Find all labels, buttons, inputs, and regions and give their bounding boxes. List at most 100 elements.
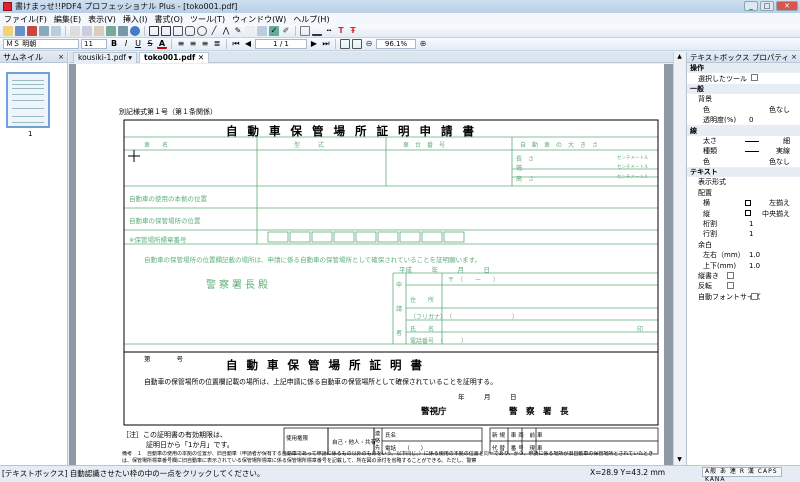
mail-icon[interactable] — [51, 26, 61, 36]
close-properties-icon[interactable]: × — [791, 52, 797, 63]
property-row[interactable]: 種類 実線 — [687, 146, 800, 156]
text-format-icon[interactable]: T — [336, 26, 346, 36]
minimize-button[interactable]: _ — [744, 1, 758, 11]
property-value[interactable]: 1.0 — [749, 261, 760, 271]
ellipse-tool-icon[interactable] — [197, 26, 207, 36]
property-row[interactable]: 縦 中央揃え — [687, 208, 800, 218]
property-row[interactable]: 選択したツール — [687, 73, 800, 83]
property-checkbox[interactable] — [727, 271, 734, 279]
italic-button[interactable]: I — [121, 39, 131, 49]
save-icon[interactable] — [15, 26, 25, 36]
print-icon[interactable] — [39, 26, 49, 36]
textbox-tool-icon[interactable] — [161, 26, 171, 36]
property-row[interactable]: 反転 — [687, 281, 800, 291]
text-strike-icon[interactable]: Ŧ — [348, 26, 358, 36]
property-row[interactable]: 色 色なし — [687, 105, 800, 115]
zoom-out-icon[interactable]: ⊖ — [364, 39, 374, 49]
font-name-select[interactable]: ＭＳ 明朝 — [3, 39, 79, 49]
select-tool-icon[interactable] — [149, 26, 159, 36]
property-value[interactable]: 実線 — [776, 146, 790, 156]
property-value[interactable]: 色なし — [769, 105, 790, 115]
menu-insert[interactable]: 挿入(I) — [123, 14, 148, 25]
property-row[interactable]: 表示形式 — [687, 177, 800, 187]
redo-icon[interactable] — [118, 26, 128, 36]
fit-page-icon[interactable] — [340, 39, 350, 49]
align-left-icon[interactable]: ≡ — [176, 39, 186, 49]
align-justify-icon[interactable]: ≣ — [212, 39, 222, 49]
menu-window[interactable]: ウィンドウ(W) — [232, 14, 286, 25]
property-row[interactable]: 横 左揃え — [687, 198, 800, 208]
paste-icon[interactable] — [94, 26, 104, 36]
fit-width-icon[interactable] — [352, 39, 362, 49]
last-page-icon[interactable]: ⏭ — [321, 39, 331, 49]
line-style-icon[interactable]: ┅ — [324, 26, 334, 36]
property-row[interactable]: 自動フォントサイズ — [687, 292, 800, 302]
scroll-down-icon[interactable]: ▼ — [674, 455, 685, 465]
tab-kousiki[interactable]: kousiki-1.pdf ▾ — [73, 52, 138, 63]
rectangle-tool-icon[interactable] — [173, 26, 183, 36]
align-center-icon[interactable]: ≡ — [188, 39, 198, 49]
scroll-up-icon[interactable]: ▲ — [674, 52, 685, 62]
tab-toko001[interactable]: toko001.pdf ✕ — [139, 52, 210, 63]
property-value[interactable]: 1 — [749, 229, 753, 239]
property-row[interactable]: 上下(mm) 1.0 — [687, 260, 800, 270]
maximize-button[interactable]: □ — [760, 1, 774, 11]
property-value[interactable]: 中央揃え — [762, 209, 790, 219]
menu-tools[interactable]: ツール(T) — [190, 14, 225, 25]
pen-tool-icon[interactable]: ✎ — [233, 26, 243, 36]
property-checkbox[interactable] — [751, 292, 758, 300]
property-row[interactable]: 配置 — [687, 188, 800, 198]
underline-button[interactable]: U — [133, 39, 143, 49]
page-thumbnail[interactable] — [6, 72, 50, 128]
bold-button[interactable]: B — [109, 39, 119, 49]
property-value[interactable]: 色なし — [769, 157, 790, 167]
help-icon[interactable] — [130, 26, 140, 36]
next-page-icon[interactable]: ▶ — [309, 39, 319, 49]
menu-format[interactable]: 書式(O) — [154, 14, 183, 25]
property-checkbox[interactable] — [727, 282, 734, 290]
property-value[interactable]: 1.0 — [749, 250, 760, 260]
line-width-icon[interactable] — [312, 26, 322, 36]
line-tool-icon[interactable]: ╱ — [209, 26, 219, 36]
font-size-select[interactable]: 11 — [81, 39, 107, 49]
property-row[interactable]: 余白 — [687, 240, 800, 250]
pdf-page[interactable]: 別記様式第１号（第１条関係） 自動車保管場所証明申請書 車 名 型 式 車 台 … — [76, 64, 664, 465]
menu-help[interactable]: ヘルプ(H) — [293, 14, 329, 25]
property-value[interactable]: 1 — [749, 219, 753, 229]
zoom-select[interactable]: 96.1% — [376, 39, 416, 49]
property-checkbox[interactable] — [751, 74, 758, 82]
property-row[interactable]: 色 色なし — [687, 157, 800, 167]
rounded-rect-tool-icon[interactable] — [185, 26, 195, 36]
menu-file[interactable]: ファイル(F) — [4, 14, 47, 25]
property-row[interactable]: 縦書き — [687, 271, 800, 281]
font-color-icon[interactable]: A — [157, 39, 167, 49]
pencil-tool-icon[interactable]: ✐ — [281, 26, 291, 36]
copy-icon[interactable] — [82, 26, 92, 36]
ime-toolbar[interactable]: A般 あ 連 R 漢 CAPS KANA — [702, 467, 782, 482]
zoom-in-icon[interactable]: ⊕ — [418, 39, 428, 49]
close-panel-icon[interactable]: × — [58, 52, 64, 63]
prev-page-icon[interactable]: ◀ — [243, 39, 253, 49]
menu-view[interactable]: 表示(V) — [88, 14, 116, 25]
property-row[interactable]: 背景 — [687, 94, 800, 104]
close-button[interactable]: ✕ — [776, 1, 798, 11]
pdf-save-icon[interactable] — [27, 26, 37, 36]
property-row[interactable]: 透明度(%) 0 — [687, 115, 800, 125]
align-right-icon[interactable]: ≡ — [200, 39, 210, 49]
property-value[interactable]: 左揃え — [769, 198, 790, 208]
cut-icon[interactable] — [70, 26, 80, 36]
image-tool-icon[interactable] — [257, 26, 267, 36]
first-page-icon[interactable]: ⏮ — [231, 39, 241, 49]
property-row[interactable]: 太さ 細 — [687, 136, 800, 146]
polyline-tool-icon[interactable]: ⋀ — [221, 26, 231, 36]
stamp-tool-icon[interactable] — [245, 26, 255, 36]
property-value[interactable]: 0 — [749, 115, 753, 125]
open-folder-icon[interactable] — [3, 26, 13, 36]
undo-icon[interactable] — [106, 26, 116, 36]
frame-icon[interactable] — [300, 26, 310, 36]
property-row[interactable]: 行割 1 — [687, 229, 800, 239]
property-value[interactable]: 細 — [783, 136, 790, 146]
strike-button[interactable]: S — [145, 39, 155, 49]
menu-edit[interactable]: 編集(E) — [54, 14, 81, 25]
page-indicator[interactable]: 1 / 1 — [255, 39, 307, 49]
